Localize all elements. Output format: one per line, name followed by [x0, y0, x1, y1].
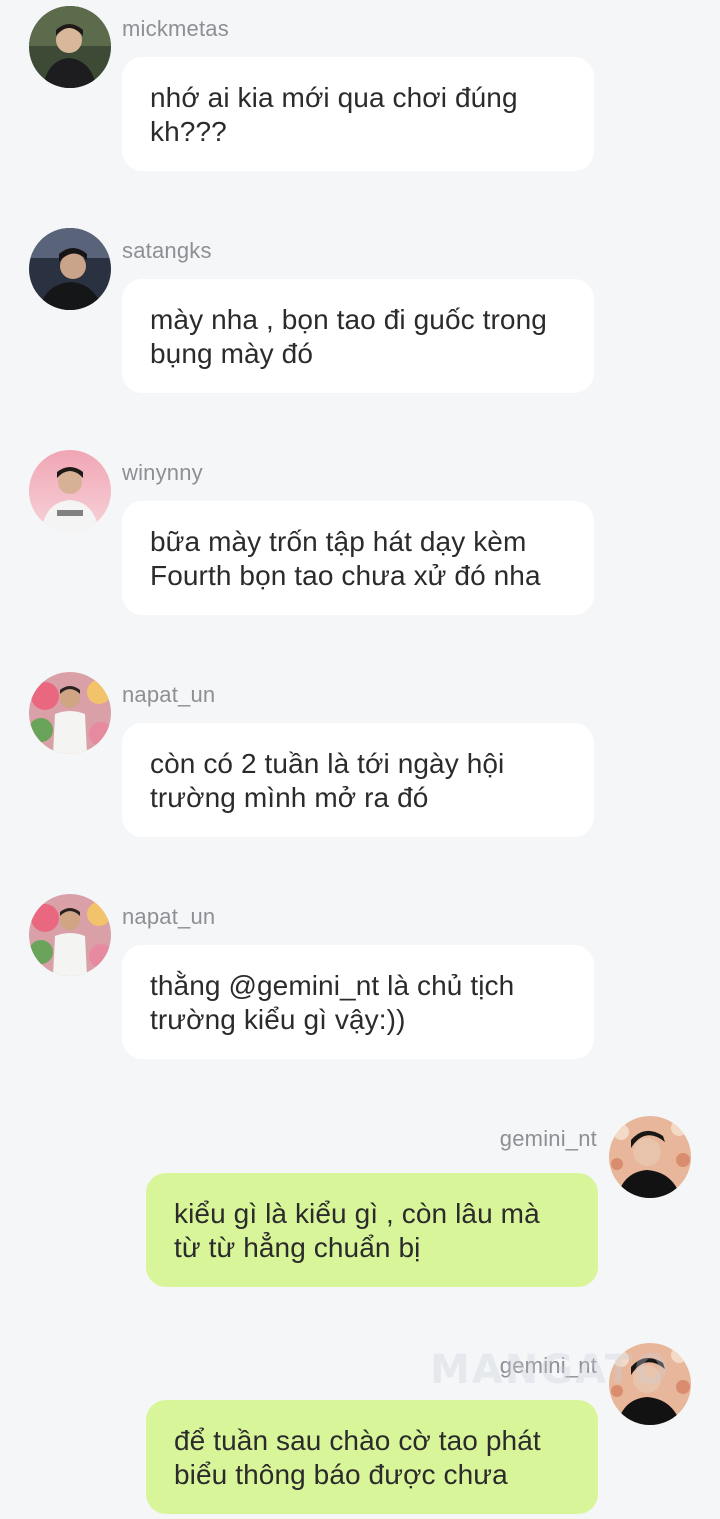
avatar-satangks-icon[interactable] — [29, 228, 111, 310]
message-username[interactable]: napat_un — [122, 682, 215, 708]
message-username[interactable]: napat_un — [122, 904, 215, 930]
message-bubble[interactable]: còn có 2 tuần là tới ngày hội trường mìn… — [122, 723, 594, 837]
message-bubble[interactable]: kiểu gì là kiểu gì , còn lâu mà từ từ hẳ… — [146, 1173, 598, 1287]
message-username[interactable]: mickmetas — [122, 16, 229, 42]
message-username[interactable]: satangks — [122, 238, 212, 264]
avatar-napat-un-icon[interactable] — [29, 894, 111, 976]
avatar-gemini-nt-icon[interactable] — [609, 1116, 691, 1198]
avatar-mickmetas-icon[interactable] — [29, 6, 111, 88]
avatar-napat-un-icon[interactable] — [29, 672, 111, 754]
message-username[interactable]: gemini_nt — [500, 1126, 597, 1152]
message-bubble[interactable]: để tuần sau chào cờ tao phát biểu thông … — [146, 1400, 598, 1514]
message-username[interactable]: winynny — [122, 460, 203, 486]
message-bubble[interactable]: mày nha , bọn tao đi guốc trong bụng mày… — [122, 279, 594, 393]
message-bubble[interactable]: bữa mày trốn tập hát dạy kèm Fourth bọn … — [122, 501, 594, 615]
watermark: MANGATO — [430, 1347, 671, 1393]
avatar-winynny-icon[interactable] — [29, 450, 111, 532]
message-bubble[interactable]: nhớ ai kia mới qua chơi đúng kh??? — [122, 57, 594, 171]
message-bubble[interactable]: thằng @gemini_nt là chủ tịch trường kiểu… — [122, 945, 594, 1059]
chat-thread: mickmetas nhớ ai kia mới qua chơi đúng k… — [0, 0, 720, 1519]
